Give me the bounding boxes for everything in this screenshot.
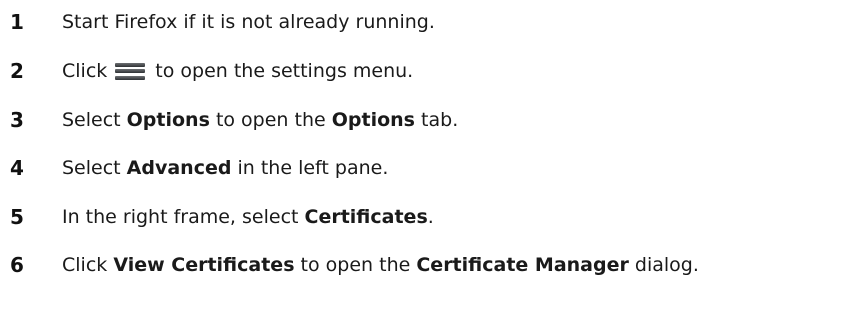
step-text-segment: Click	[62, 60, 108, 82]
step-text-segment: dialog.	[628, 254, 699, 276]
step-text-segment: to open the	[294, 254, 417, 276]
step-text: Start Firefox if it is not already runni…	[62, 11, 435, 33]
step-number: 2	[10, 59, 24, 83]
step-number: 5	[10, 205, 24, 229]
step-text-segment: In the right frame, select	[62, 206, 305, 228]
step-text-segment: Start Firefox if it is not already runni…	[62, 11, 435, 33]
ui-term-options: Options	[126, 109, 210, 131]
step-number: 1	[10, 10, 24, 34]
ui-term-view-certificates: View Certificates	[113, 254, 295, 276]
step-number: 3	[10, 108, 24, 132]
step-text-segment: .	[427, 206, 434, 228]
step-text: Select Options to open the Options tab.	[62, 109, 458, 131]
step-number: 6	[10, 253, 24, 277]
step-text: In the right frame, select Certificates.	[62, 206, 434, 228]
step-text: Click View Certificates to open the Cert…	[62, 254, 699, 276]
ui-term-options-tab: Options	[331, 109, 415, 131]
step-text-segment: tab.	[415, 109, 459, 131]
hamburger-menu-icon	[115, 62, 146, 80]
ui-term-advanced: Advanced	[126, 157, 232, 179]
instruction-steps: 1 Start Firefox if it is not already run…	[0, 0, 863, 318]
step-text-segment: Select	[62, 109, 127, 131]
step-text-segment: to open the	[209, 109, 332, 131]
ui-term-certificates: Certificates	[304, 206, 428, 228]
step-text-segment: in the left pane.	[231, 157, 389, 179]
ui-term-certificate-manager: Certificate Manager	[416, 254, 629, 276]
step-text: Click to open the settings menu.	[62, 60, 413, 82]
step-text-segment: Select	[62, 157, 127, 179]
step-text: Select Advanced in the left pane.	[62, 157, 388, 179]
step-text-segment: Click	[62, 254, 114, 276]
step-text-segment: to open the settings menu.	[155, 60, 414, 82]
step-number: 4	[10, 156, 24, 180]
